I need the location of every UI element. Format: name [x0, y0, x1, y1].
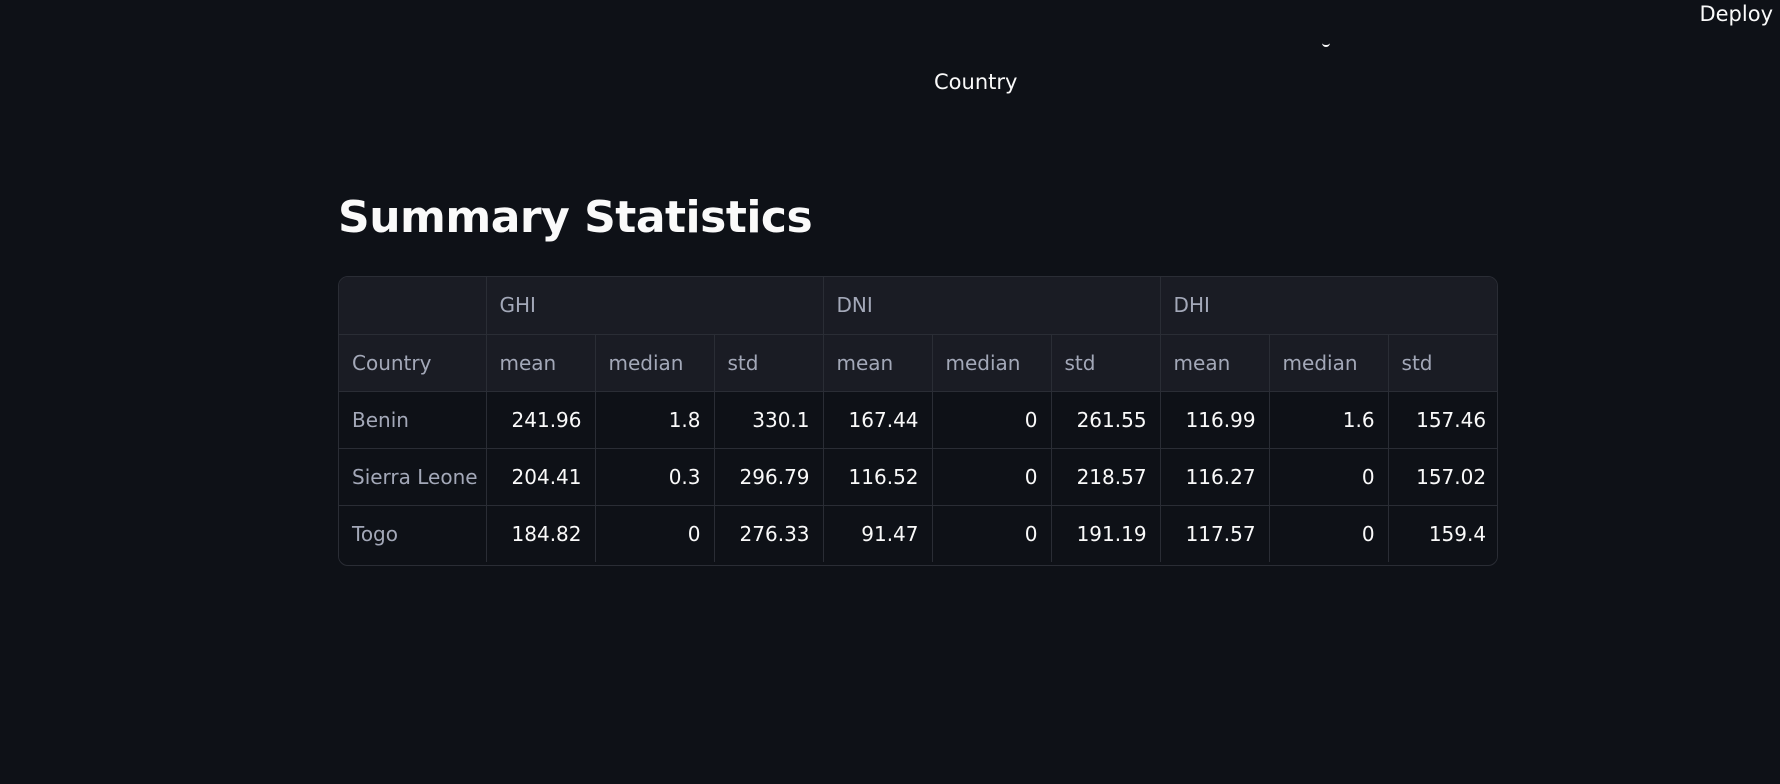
column-header-country[interactable]: Country	[339, 334, 487, 392]
group-header-row: GHI DNI DHI	[339, 277, 1497, 335]
table-cell[interactable]: 116.52	[823, 448, 933, 506]
table-cell[interactable]: 0	[1269, 448, 1389, 506]
table-cell[interactable]: 276.33	[714, 505, 824, 562]
table-cell[interactable]: 218.57	[1051, 448, 1161, 506]
table-body: Benin 241.96 1.8 330.1 167.44 0 261.55 1…	[339, 391, 1497, 562]
column-header-ghi-median[interactable]: median	[595, 334, 715, 392]
column-header-dni-median[interactable]: median	[932, 334, 1052, 392]
table-cell[interactable]: 116.99	[1160, 391, 1270, 449]
column-header-dhi-median[interactable]: median	[1269, 334, 1389, 392]
table-cell[interactable]: 1.6	[1269, 391, 1389, 449]
column-header-dni-std[interactable]: std	[1051, 334, 1161, 392]
table-cell[interactable]: 0	[1269, 505, 1389, 562]
deploy-button[interactable]: Deploy	[1699, 2, 1773, 26]
group-header-ghi[interactable]: GHI	[486, 277, 824, 335]
table-row: Togo 184.82 0 276.33 91.47 0 191.19 117.…	[339, 505, 1497, 562]
row-label-cell[interactable]: Benin	[339, 391, 487, 449]
column-header-dhi-mean[interactable]: mean	[1160, 334, 1270, 392]
table-cell[interactable]: 0	[932, 391, 1052, 449]
group-header-corner	[339, 277, 487, 335]
table-cell[interactable]: 116.27	[1160, 448, 1270, 506]
row-label-cell[interactable]: Togo	[339, 505, 487, 562]
table-cell[interactable]: 204.41	[486, 448, 596, 506]
table-cell[interactable]: 191.19	[1051, 505, 1161, 562]
summary-statistics-table[interactable]: GHI DNI DHI Country mean median std mean…	[338, 276, 1498, 566]
group-header-dni[interactable]: DNI	[823, 277, 1161, 335]
table-cell[interactable]: 157.46	[1388, 391, 1497, 449]
column-header-ghi-mean[interactable]: mean	[486, 334, 596, 392]
table-row: Benin 241.96 1.8 330.1 167.44 0 261.55 1…	[339, 391, 1497, 449]
row-label-cell[interactable]: Sierra Leone	[339, 448, 487, 506]
table-cell[interactable]: 159.4	[1388, 505, 1497, 562]
column-header-row: Country mean median std mean median std …	[339, 334, 1497, 392]
table-cell[interactable]: 157.02	[1388, 448, 1497, 506]
table-cell[interactable]: 241.96	[486, 391, 596, 449]
section-title: Summary Statistics	[338, 192, 813, 243]
table-cell[interactable]: 91.47	[823, 505, 933, 562]
column-header-dhi-std[interactable]: std	[1388, 334, 1497, 392]
column-header-dni-mean[interactable]: mean	[823, 334, 933, 392]
table-cell[interactable]: 0.3	[595, 448, 715, 506]
table-cell[interactable]: 184.82	[486, 505, 596, 562]
table-cell[interactable]: 0	[932, 448, 1052, 506]
table-row: Sierra Leone 204.41 0.3 296.79 116.52 0 …	[339, 448, 1497, 506]
table-header: GHI DNI DHI Country mean median std mean…	[339, 277, 1497, 392]
summary-table: GHI DNI DHI Country mean median std mean…	[339, 277, 1497, 562]
table-cell[interactable]: 1.8	[595, 391, 715, 449]
group-header-dhi[interactable]: DHI	[1160, 277, 1497, 335]
table-cell[interactable]: 330.1	[714, 391, 824, 449]
chart-x-axis-label: Country	[934, 70, 1018, 94]
clipped-chart-text	[1322, 40, 1330, 47]
table-cell[interactable]: 167.44	[823, 391, 933, 449]
column-header-ghi-std[interactable]: std	[714, 334, 824, 392]
app-page: Deploy Country Summary Statistics GHI DN…	[0, 0, 1780, 784]
table-cell[interactable]: 261.55	[1051, 391, 1161, 449]
table-cell[interactable]: 0	[932, 505, 1052, 562]
table-cell[interactable]: 296.79	[714, 448, 824, 506]
table-cell[interactable]: 0	[595, 505, 715, 562]
table-cell[interactable]: 117.57	[1160, 505, 1270, 562]
